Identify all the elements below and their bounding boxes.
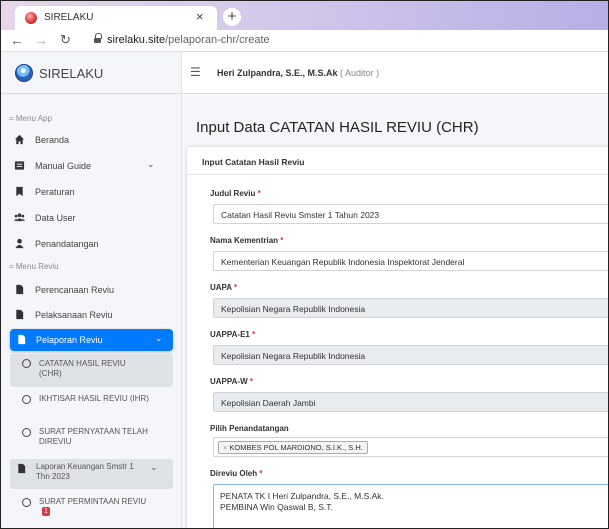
- bookmark-icon: [16, 186, 23, 197]
- page-title: Input Data CATATAN HASIL REVIU (CHR): [196, 119, 479, 136]
- file-icon: [16, 309, 24, 320]
- user-display[interactable]: Heri Zulpandra, S.E., M.S.Ak ( Auditor ): [217, 68, 379, 78]
- uapa-input[interactable]: Kepolisian Negara Republik Indonesia: [213, 298, 608, 318]
- forward-arrow-icon[interactable]: →: [34, 32, 48, 48]
- notification-badge: 1: [42, 507, 50, 517]
- sidebar-subitem-ihr[interactable]: IKHTISAR HASIL REVIU (IHR): [10, 393, 173, 419]
- sidebar-subitem-chr[interactable]: CATATAN HASIL REVIU (CHR): [10, 354, 173, 387]
- sidebar-item-data-user[interactable]: Data User: [1, 210, 181, 228]
- uapa-label: UAPA *: [210, 283, 238, 292]
- selected-tag[interactable]: × KOMBES POL MARDIONO, S.I.K., S.H.: [218, 441, 368, 454]
- back-arrow-icon[interactable]: ←: [10, 32, 24, 48]
- sidebar-item-label: Data User: [35, 213, 76, 223]
- chevron-down-icon: ⌄: [150, 462, 158, 472]
- sidebar-subitem-surat-pernyataan[interactable]: SURAT PERNYATAAN TELAH DIREVIU: [10, 426, 173, 452]
- penandatangan-label: Pilih Penandatangan: [210, 424, 289, 433]
- judul-reviu-label: Judul Reviu *: [210, 189, 261, 198]
- sidebar-item-pelaporan-reviu[interactable]: Pelaporan Reviu ⌄: [10, 329, 173, 351]
- browser-window: SIRELAKU × + ← → ↻ sirelaku.site/pelapor…: [0, 0, 609, 529]
- remove-tag-icon[interactable]: ×: [223, 443, 227, 452]
- url-field[interactable]: sirelaku.site/pelaporan-chr/create: [107, 34, 270, 46]
- sidebar-item-label: Penandatangan: [35, 239, 99, 249]
- direviu-oleh-textarea[interactable]: PENATA TK I Heri Zulpandra, S.E., M.S.Ak…: [213, 484, 608, 528]
- sidebar-subitem-surat-permintaan[interactable]: SURAT PERMINTAAN REVIU1: [10, 496, 173, 522]
- file-icon: [18, 334, 26, 345]
- tab-title: SIRELAKU: [44, 12, 94, 23]
- user-icon: [15, 238, 24, 249]
- sidebar-item-laporan-keuangan[interactable]: Laporan Keuangan Smstr 1 Thn 2023 ⌄: [10, 459, 173, 489]
- uappa-w-label: UAPPA-W *: [210, 377, 253, 386]
- uappa-w-input[interactable]: Kepolisian Daerah Jambi: [213, 392, 608, 412]
- judul-reviu-input[interactable]: Catatan Hasil Reviu Smster 1 Tahun 2023: [213, 204, 608, 224]
- sidebar-item-perencanaan-reviu[interactable]: Perencanaan Reviu: [1, 282, 181, 300]
- circle-icon: [22, 498, 31, 507]
- sidebar-item-pelaksanaan-reviu[interactable]: Pelaksanaan Reviu: [1, 307, 181, 325]
- file-icon: [18, 463, 26, 474]
- sidebar-subitem-label: IKHTISAR HASIL REVIU (IHR): [39, 394, 149, 403]
- penandatangan-select[interactable]: × KOMBES POL MARDIONO, S.I.K., S.H.: [213, 437, 608, 457]
- browser-tab-bar: SIRELAKU × +: [1, 1, 608, 30]
- reload-icon[interactable]: ↻: [60, 32, 71, 48]
- sidebar-item-manual-guide[interactable]: Manual Guide ⌄: [1, 158, 181, 176]
- address-bar-row: ← → ↻ sirelaku.site/pelaporan-chr/create: [1, 30, 608, 52]
- sidebar-item-peraturan[interactable]: Peraturan: [1, 184, 181, 202]
- direviu-oleh-label: Direviu Oleh *: [210, 469, 263, 478]
- home-icon: [14, 134, 25, 145]
- users-icon: [14, 213, 25, 222]
- file-icon: [16, 284, 24, 295]
- brand[interactable]: SIRELAKU: [1, 52, 181, 94]
- sidebar-item-label: Perencanaan Reviu: [35, 285, 115, 295]
- textarea-line: PENATA TK I Heri Zulpandra, S.E., M.S.Ak…: [220, 491, 384, 501]
- sidebar-subitem-label: SURAT PERNYATAAN TELAH DIREVIU: [39, 427, 148, 446]
- sidebar-item-label: Peraturan: [35, 187, 75, 197]
- sidebar-item-label: Beranda: [35, 135, 70, 145]
- chevron-down-icon: ⌄: [155, 333, 163, 343]
- sidebar-item-label: Manual Guide: [35, 161, 92, 171]
- circle-icon: [22, 359, 31, 368]
- uappa-e1-label: UAPPA-E1 *: [210, 330, 256, 339]
- sidebar-item-label: Pelaporan Reviu: [36, 335, 103, 345]
- textarea-line: PEMBINA Win Qaswal B, S.T.: [220, 502, 333, 512]
- uappa-e1-input[interactable]: Kepolisian Negara Republik Indonesia: [213, 345, 608, 365]
- sidebar-subitem-label: SURAT PERMINTAAN REVIU1: [39, 497, 147, 517]
- sidebar-item-label: Pelaksanaan Reviu: [35, 310, 113, 320]
- brand-name: SIRELAKU: [39, 66, 104, 81]
- app-logo-icon: [15, 64, 33, 82]
- main-content: Input Data CATATAN HASIL REVIU (CHR) Inp…: [182, 95, 608, 528]
- form-card: Input Catatan Hasil Reviu Judul Reviu * …: [187, 147, 608, 528]
- lock-icon: [94, 33, 102, 44]
- circle-icon: [22, 395, 31, 404]
- sidebar-item-penandatangan[interactable]: Penandatangan: [1, 236, 181, 254]
- card-header: Input Catatan Hasil Reviu: [187, 147, 608, 175]
- sidebar-subitem-label: CATATAN HASIL REVIU (CHR): [39, 359, 126, 378]
- sidebar-item-label: Laporan Keuangan Smstr 1 Thn 2023: [36, 462, 134, 481]
- card-title: Input Catatan Hasil Reviu: [202, 157, 305, 167]
- chevron-down-icon: ⌄: [147, 159, 155, 169]
- tab-close-icon[interactable]: ×: [196, 9, 204, 24]
- circle-icon: [22, 428, 31, 437]
- new-tab-button[interactable]: +: [223, 8, 241, 26]
- sidebar: SIRELAKU = Menu App Beranda Manual Guide…: [1, 52, 182, 528]
- nama-kementrian-input[interactable]: Kementerian Keuangan Republik Indonesia …: [213, 251, 608, 271]
- book-icon: [14, 161, 25, 170]
- top-navbar: ☰ Heri Zulpandra, S.E., M.S.Ak ( Auditor…: [182, 52, 608, 94]
- menu-reviu-heading: = Menu Reviu: [9, 262, 59, 271]
- menu-toggle-icon[interactable]: ☰: [190, 65, 201, 79]
- menu-app-heading: = Menu App: [9, 114, 52, 123]
- favicon-icon: [25, 12, 37, 24]
- nama-kementrian-label: Nama Kementrian *: [210, 236, 284, 245]
- sidebar-item-beranda[interactable]: Beranda: [1, 132, 181, 150]
